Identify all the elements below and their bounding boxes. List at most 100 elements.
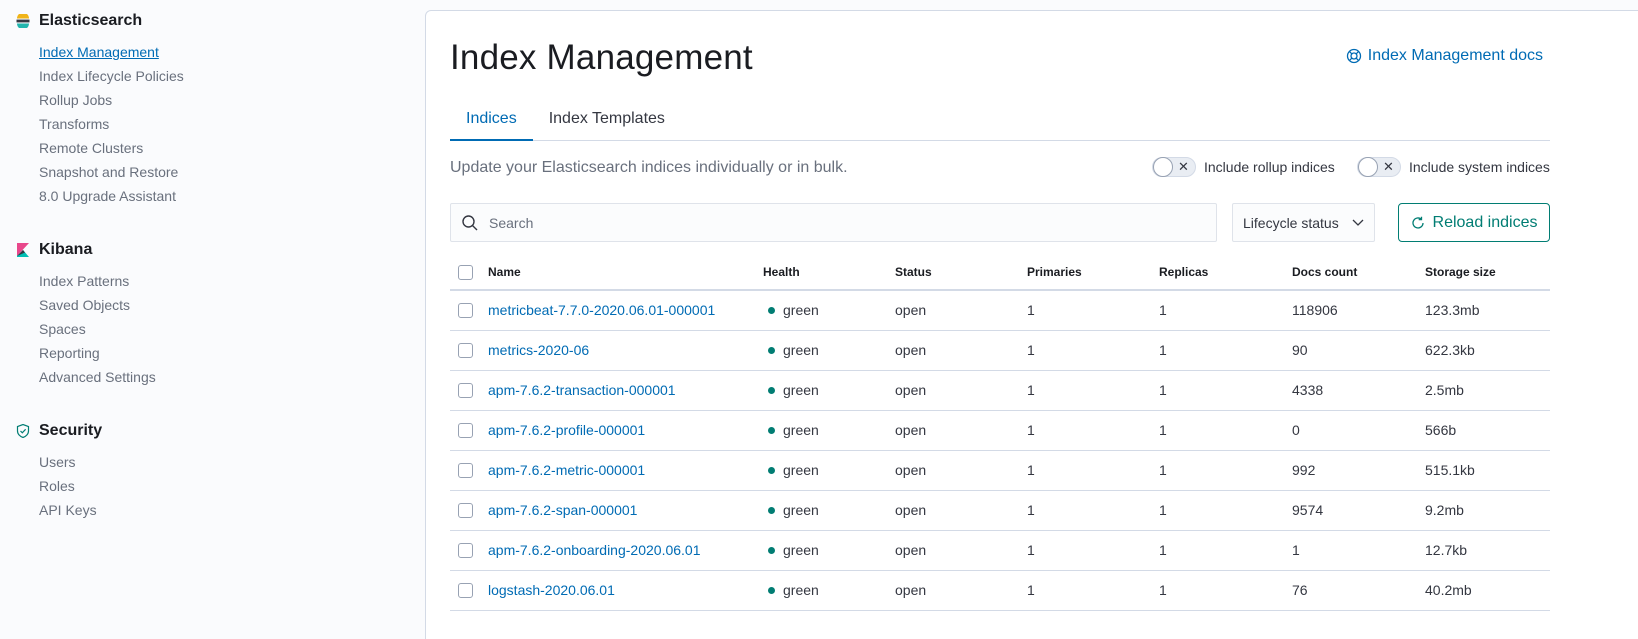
- primaries-cell: 1: [1027, 330, 1159, 371]
- sidebar-item-snapshot-and-restore[interactable]: Snapshot and Restore: [39, 160, 184, 184]
- column-header-storage-size[interactable]: Storage size: [1425, 255, 1550, 291]
- row-select-cell: [450, 570, 488, 611]
- sidebar-item-remote-clusters[interactable]: Remote Clusters: [39, 136, 184, 160]
- sidebar-item-roles[interactable]: Roles: [39, 474, 102, 498]
- storage-size-cell: 40.2mb: [1425, 570, 1550, 611]
- storage-size-cell: 9.2mb: [1425, 490, 1550, 531]
- rollup-switch[interactable]: ✕: [1152, 157, 1196, 177]
- sidebar-item-reporting[interactable]: Reporting: [39, 341, 156, 365]
- row-checkbox[interactable]: [458, 382, 473, 398]
- chevron-down-icon: [1352, 219, 1364, 226]
- table-row: metrics-2020-06 green open 1 1 90 622.3k…: [450, 330, 1550, 371]
- health-cell: green: [763, 570, 895, 611]
- row-checkbox[interactable]: [458, 502, 473, 518]
- status-cell: open: [895, 290, 1027, 331]
- elasticsearch-logo-icon: [16, 12, 30, 30]
- docs-count-cell: 4338: [1292, 370, 1425, 411]
- system-switch[interactable]: ✕: [1357, 157, 1401, 177]
- status-cell: open: [895, 410, 1027, 451]
- health-dot-icon: [768, 546, 775, 554]
- replicas-cell: 1: [1159, 570, 1292, 611]
- index-name-link[interactable]: metrics-2020-06: [488, 330, 763, 371]
- lifecycle-status-filter[interactable]: Lifecycle status: [1232, 203, 1375, 242]
- tab-index-templates[interactable]: Index Templates: [533, 101, 681, 141]
- help-lifebuoy-icon: [1346, 48, 1361, 64]
- table-row: apm-7.6.2-profile-000001 green open 1 1 …: [450, 410, 1550, 451]
- sidebar-item-index-lifecycle-policies[interactable]: Index Lifecycle Policies: [39, 64, 184, 88]
- tab-indices[interactable]: Indices: [450, 101, 533, 141]
- column-header-replicas[interactable]: Replicas: [1159, 255, 1292, 291]
- index-management-docs-link[interactable]: Index Management docs: [1346, 47, 1543, 65]
- docs-count-cell: 76: [1292, 570, 1425, 611]
- kibana-title-label: Kibana: [39, 241, 93, 258]
- status-cell: open: [895, 330, 1027, 371]
- column-header-health[interactable]: Health: [763, 255, 895, 291]
- column-header-name[interactable]: Name: [488, 255, 763, 291]
- replicas-cell: 1: [1159, 450, 1292, 491]
- primaries-cell: 1: [1027, 450, 1159, 491]
- row-checkbox[interactable]: [458, 582, 473, 598]
- elasticsearch-title-label: Elasticsearch: [39, 12, 143, 29]
- sidebar-item-transforms[interactable]: Transforms: [39, 112, 184, 136]
- sidebar-item-spaces[interactable]: Spaces: [39, 317, 156, 341]
- search-input[interactable]: [489, 214, 1189, 231]
- search-field[interactable]: [450, 203, 1217, 242]
- index-name-link[interactable]: metricbeat-7.7.0-2020.06.01-000001: [488, 290, 763, 331]
- security-title-label: Security: [39, 422, 103, 439]
- storage-size-cell: 2.5mb: [1425, 370, 1550, 411]
- switch-off-icon: ✕: [1178, 159, 1189, 174]
- sidebar-item-rollup-jobs[interactable]: Rollup Jobs: [39, 88, 184, 112]
- storage-size-cell: 566b: [1425, 410, 1550, 451]
- security-shield-icon: [16, 423, 30, 439]
- table-row: apm-7.6.2-metric-000001 green open 1 1 9…: [450, 450, 1550, 491]
- row-checkbox[interactable]: [458, 422, 473, 438]
- page-description: Update your Elasticsearch indices indivi…: [450, 159, 848, 176]
- table-row: apm-7.6.2-onboarding-2020.06.01 green op…: [450, 530, 1550, 571]
- row-checkbox[interactable]: [458, 462, 473, 478]
- sidebar-item-api-keys[interactable]: API Keys: [39, 498, 102, 522]
- index-name-link[interactable]: apm-7.6.2-profile-000001: [488, 410, 763, 451]
- column-header-status[interactable]: Status: [895, 255, 1027, 291]
- index-name-link[interactable]: apm-7.6.2-span-000001: [488, 490, 763, 531]
- row-checkbox[interactable]: [458, 542, 473, 558]
- primaries-cell: 1: [1027, 370, 1159, 411]
- main-panel: Index Management Index Management docs I…: [425, 10, 1638, 639]
- include-system-toggle[interactable]: ✕ Include system indices: [1357, 157, 1550, 177]
- include-rollup-toggle[interactable]: ✕ Include rollup indices: [1152, 157, 1335, 177]
- status-cell: open: [895, 490, 1027, 531]
- sidebar-item-upgrade-assistant[interactable]: 8.0 Upgrade Assistant: [39, 184, 184, 208]
- sidebar-item-users[interactable]: Users: [39, 450, 102, 474]
- row-select-cell: [450, 450, 488, 491]
- sidebar-item-index-management[interactable]: Index Management: [39, 40, 184, 64]
- select-all-checkbox[interactable]: [458, 264, 473, 280]
- reload-indices-button[interactable]: Reload indices: [1398, 203, 1550, 242]
- sidebar-item-advanced-settings[interactable]: Advanced Settings: [39, 365, 156, 389]
- row-checkbox[interactable]: [458, 342, 473, 358]
- docs-count-cell: 9574: [1292, 490, 1425, 531]
- sidebar-item-saved-objects[interactable]: Saved Objects: [39, 293, 156, 317]
- sidebar-item-index-patterns[interactable]: Index Patterns: [39, 269, 156, 293]
- health-cell: green: [763, 330, 895, 371]
- health-cell: green: [763, 410, 895, 451]
- health-label: green: [783, 422, 819, 438]
- column-header-docs-count[interactable]: Docs count: [1292, 255, 1425, 291]
- storage-size-cell: 12.7kb: [1425, 530, 1550, 571]
- health-cell: green: [763, 370, 895, 411]
- primaries-cell: 1: [1027, 570, 1159, 611]
- health-dot-icon: [768, 426, 775, 434]
- replicas-cell: 1: [1159, 330, 1292, 371]
- sidebar: Elasticsearch Index Management Index Lif…: [0, 0, 425, 639]
- index-name-link[interactable]: logstash-2020.06.01: [488, 570, 763, 611]
- health-label: green: [783, 502, 819, 518]
- index-name-link[interactable]: apm-7.6.2-transaction-000001: [488, 370, 763, 411]
- indices-table: Name Health Status Primaries Replicas Do…: [450, 255, 1550, 611]
- index-name-link[interactable]: apm-7.6.2-metric-000001: [488, 450, 763, 491]
- refresh-icon: [1411, 216, 1424, 229]
- kibana-logo-icon: [16, 243, 30, 257]
- kibana-group: Kibana Index Patterns Saved Objects Spac…: [16, 239, 156, 389]
- primaries-cell: 1: [1027, 290, 1159, 331]
- column-header-primaries[interactable]: Primaries: [1027, 255, 1159, 291]
- health-dot-icon: [768, 506, 775, 514]
- row-checkbox[interactable]: [458, 302, 473, 318]
- index-name-link[interactable]: apm-7.6.2-onboarding-2020.06.01: [488, 530, 763, 571]
